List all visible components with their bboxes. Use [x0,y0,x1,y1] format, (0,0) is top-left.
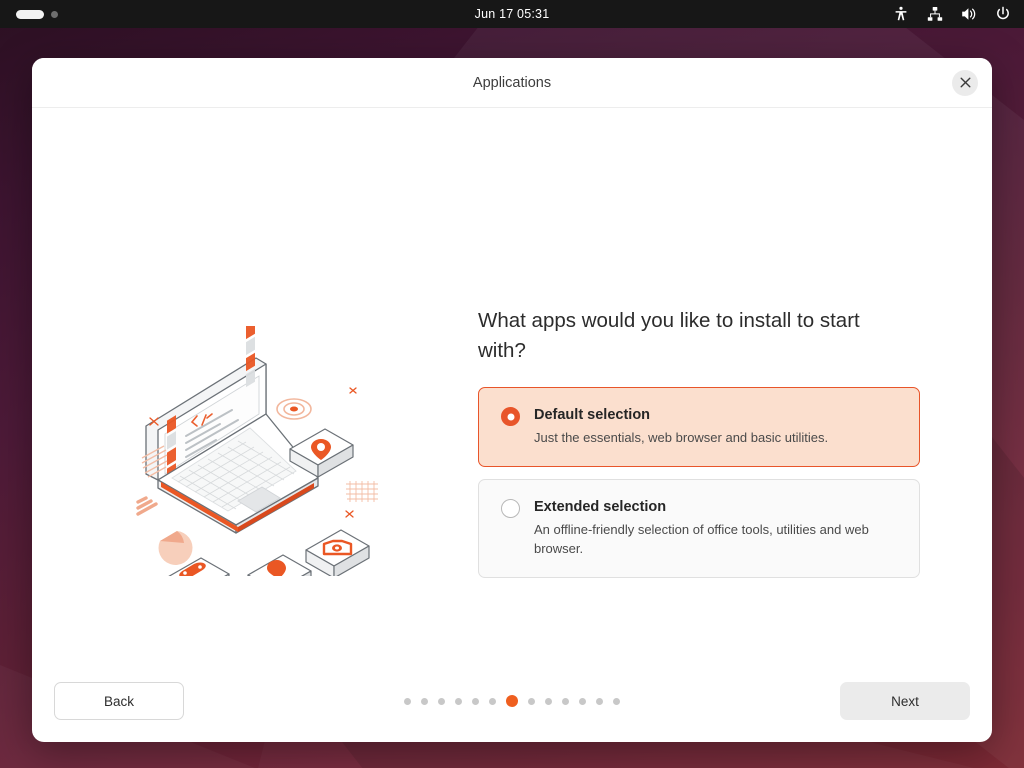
system-tray [892,5,1012,23]
window-footer: Back Next [32,660,992,742]
close-icon[interactable] [952,69,978,96]
window-header: Applications [32,58,992,108]
workspace-active-pill[interactable] [16,9,44,19]
pagination-dot [596,697,603,705]
pagination-dot [528,697,535,705]
network-icon[interactable] [926,5,944,23]
pagination-dot [421,697,428,705]
option-default-selection[interactable]: Default selection Just the essentials, w… [478,387,920,467]
pagination-dot [455,697,462,705]
applications-illustration [128,326,388,576]
pagination-dot [404,697,411,705]
pagination-dot [545,697,552,705]
back-button[interactable]: Back [54,682,184,720]
pagination-dot [438,697,445,705]
option-extended-selection[interactable]: Extended selection An offline-friendly s… [478,478,920,578]
workspace-inactive-dot[interactable] [51,10,58,18]
radio-extended-selection[interactable] [501,498,520,518]
volume-icon[interactable] [960,5,978,23]
workspace-indicator[interactable] [16,9,58,19]
clock-label: Jun 17 05:31 [474,7,550,21]
option-description: Just the essentials, web browser and bas… [534,430,829,445]
pagination-dot [562,697,569,705]
window-title: Applications [472,74,552,91]
pagination-dot [613,697,620,705]
gnome-top-bar: Jun 17 05:31 [0,0,1024,28]
pagination-dot [489,697,496,705]
radio-default-selection[interactable] [501,407,520,426]
option-text: Extended selection An offline-friendly s… [534,497,901,559]
option-title: Default selection [534,407,651,423]
form-column: What apps would you like to install to s… [478,306,920,590]
pagination-dot-active [506,695,518,707]
power-icon[interactable] [994,5,1012,23]
accessibility-icon[interactable] [892,5,910,23]
option-description: An offline-friendly selection of office … [534,521,869,557]
option-title: Extended selection [534,498,667,515]
next-button[interactable]: Next [840,682,970,720]
pagination-dot [579,697,586,705]
page-heading: What apps would you like to install to s… [478,309,860,362]
option-text: Default selection Just the essentials, w… [534,405,901,448]
window-body: What apps would you like to install to s… [32,108,992,660]
pagination-dot [472,697,479,705]
installer-window: Applications What apps would you like to… [32,58,992,742]
desktop-background: Jun 17 05:31 Applications What apps woul… [0,0,1024,768]
